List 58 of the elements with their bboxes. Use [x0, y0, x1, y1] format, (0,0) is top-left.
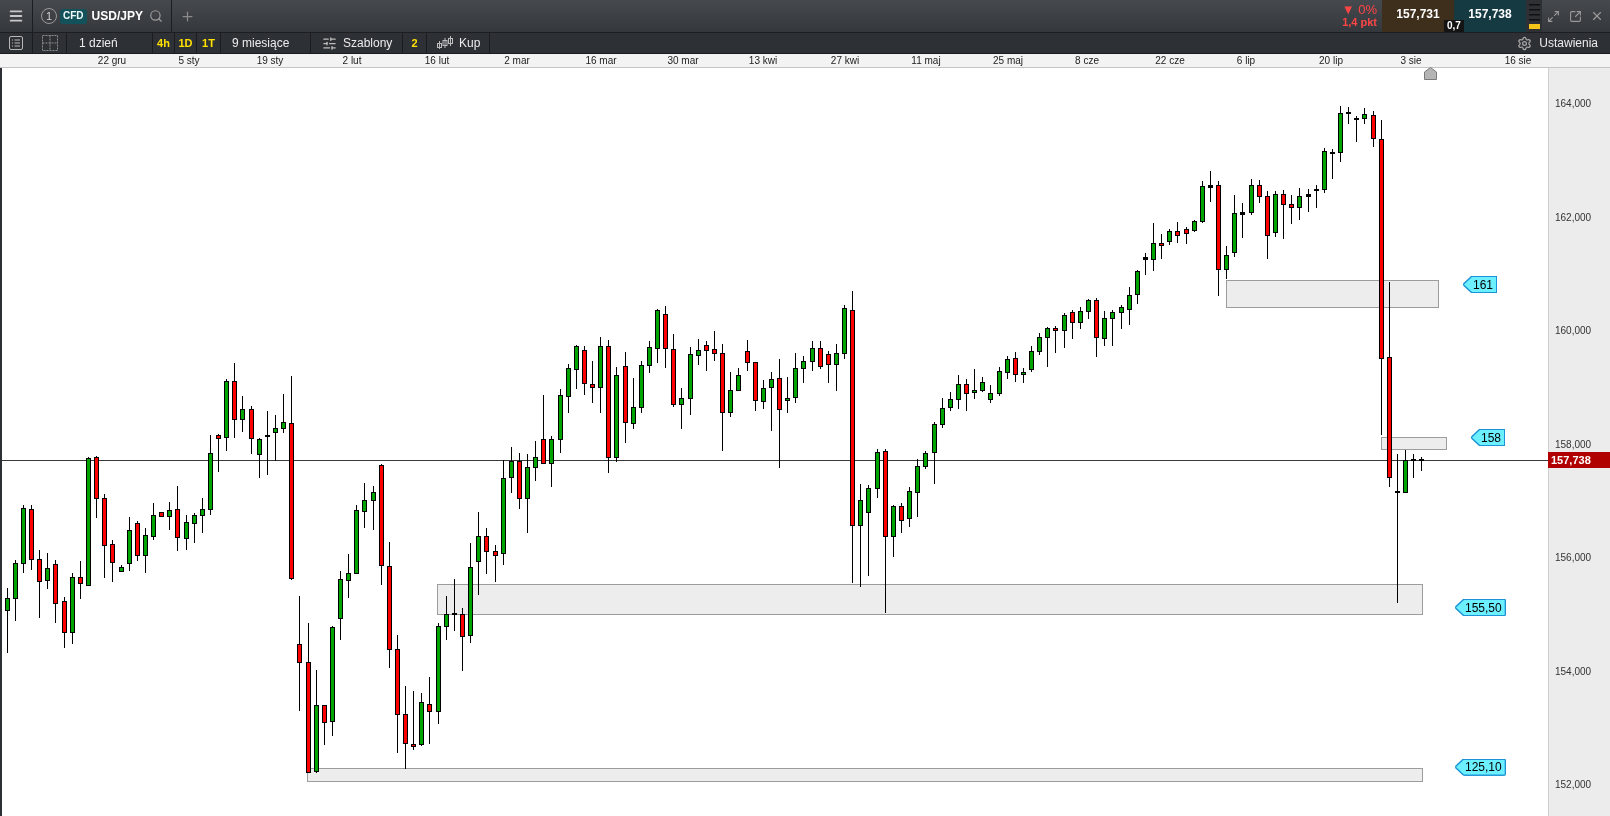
date-label: 3 sie	[1400, 54, 1422, 67]
price-label: 164,000	[1555, 98, 1592, 111]
templates-button[interactable]: Szablony	[311, 33, 403, 53]
date-label: 30 mar	[667, 54, 699, 67]
menu-icon	[8, 8, 24, 24]
date-label: 5 sty	[178, 54, 200, 67]
instrument-symbol[interactable]: USD/JPY	[91, 7, 143, 25]
date-label: 19 sty	[256, 54, 284, 67]
price-change-percent: ▼ 0%	[1341, 3, 1377, 16]
grid-layout-icon	[41, 35, 58, 51]
candlestick-icon	[437, 36, 453, 50]
interval-dropdown[interactable]: 1 dzień	[67, 33, 153, 53]
date-label: 16 mar	[585, 54, 617, 67]
price-label: 162,000	[1555, 211, 1592, 224]
price-zone	[1381, 437, 1447, 450]
price-label: 160,000	[1555, 325, 1592, 338]
instrument-type-tag: CFD	[60, 8, 87, 24]
search-icon	[148, 9, 163, 23]
search-button[interactable]	[148, 9, 163, 23]
date-label: 16 lut	[424, 54, 450, 67]
price-side-button[interactable]: Kup	[427, 33, 490, 53]
date-label: 6 lip	[1236, 54, 1256, 67]
price-level-tag: 158	[1472, 430, 1505, 445]
close-icon	[1590, 9, 1604, 23]
list-icon	[9, 36, 23, 50]
date-label: 11 maj	[911, 54, 941, 67]
current-price-tag: 157,738	[1548, 452, 1610, 468]
date-label: 8 cze	[1075, 54, 1099, 67]
interval-shortcut[interactable]: 1T	[197, 33, 221, 53]
settings-icon	[1517, 35, 1533, 51]
add-icon	[179, 8, 195, 24]
sliders-icon	[322, 35, 337, 51]
date-label: 22 cze	[1155, 54, 1185, 67]
price-level-tag: 161	[1464, 277, 1497, 292]
settings-button[interactable]: Ustawienia	[1517, 33, 1610, 53]
interval-shortcut[interactable]: 1D	[175, 33, 197, 53]
depth-meter-icon	[1528, 3, 1540, 29]
date-label: 20 lip	[1319, 54, 1343, 67]
price-label: 156,000	[1555, 552, 1592, 565]
date-label: 13 kwi	[748, 54, 778, 67]
template-count-button[interactable]: 2	[403, 33, 427, 53]
date-label: 2 lut	[342, 54, 362, 67]
price-change-points: 1,4 pkt	[1342, 16, 1377, 29]
price-label: 158,000	[1555, 438, 1592, 451]
date-label: 22 gru	[97, 54, 127, 67]
price-label: 152,000	[1555, 779, 1592, 792]
interval-shortcut[interactable]: 4h	[153, 33, 175, 53]
spread-value: 0,7	[1444, 20, 1464, 32]
price-level-tag: 125,10	[1456, 759, 1505, 775]
date-label: 25 maj	[993, 54, 1023, 67]
price-level-tag: 155,50	[1456, 600, 1505, 615]
date-label: 27 kwi	[830, 54, 860, 67]
date-label: 16 sie	[1504, 54, 1532, 67]
price-label: 154,000	[1555, 665, 1592, 678]
expand-icon	[1546, 9, 1560, 23]
range-dropdown[interactable]: 9 miesiące	[221, 33, 311, 53]
external-window-icon	[1568, 9, 1582, 23]
date-label: 2 mar	[504, 54, 530, 67]
